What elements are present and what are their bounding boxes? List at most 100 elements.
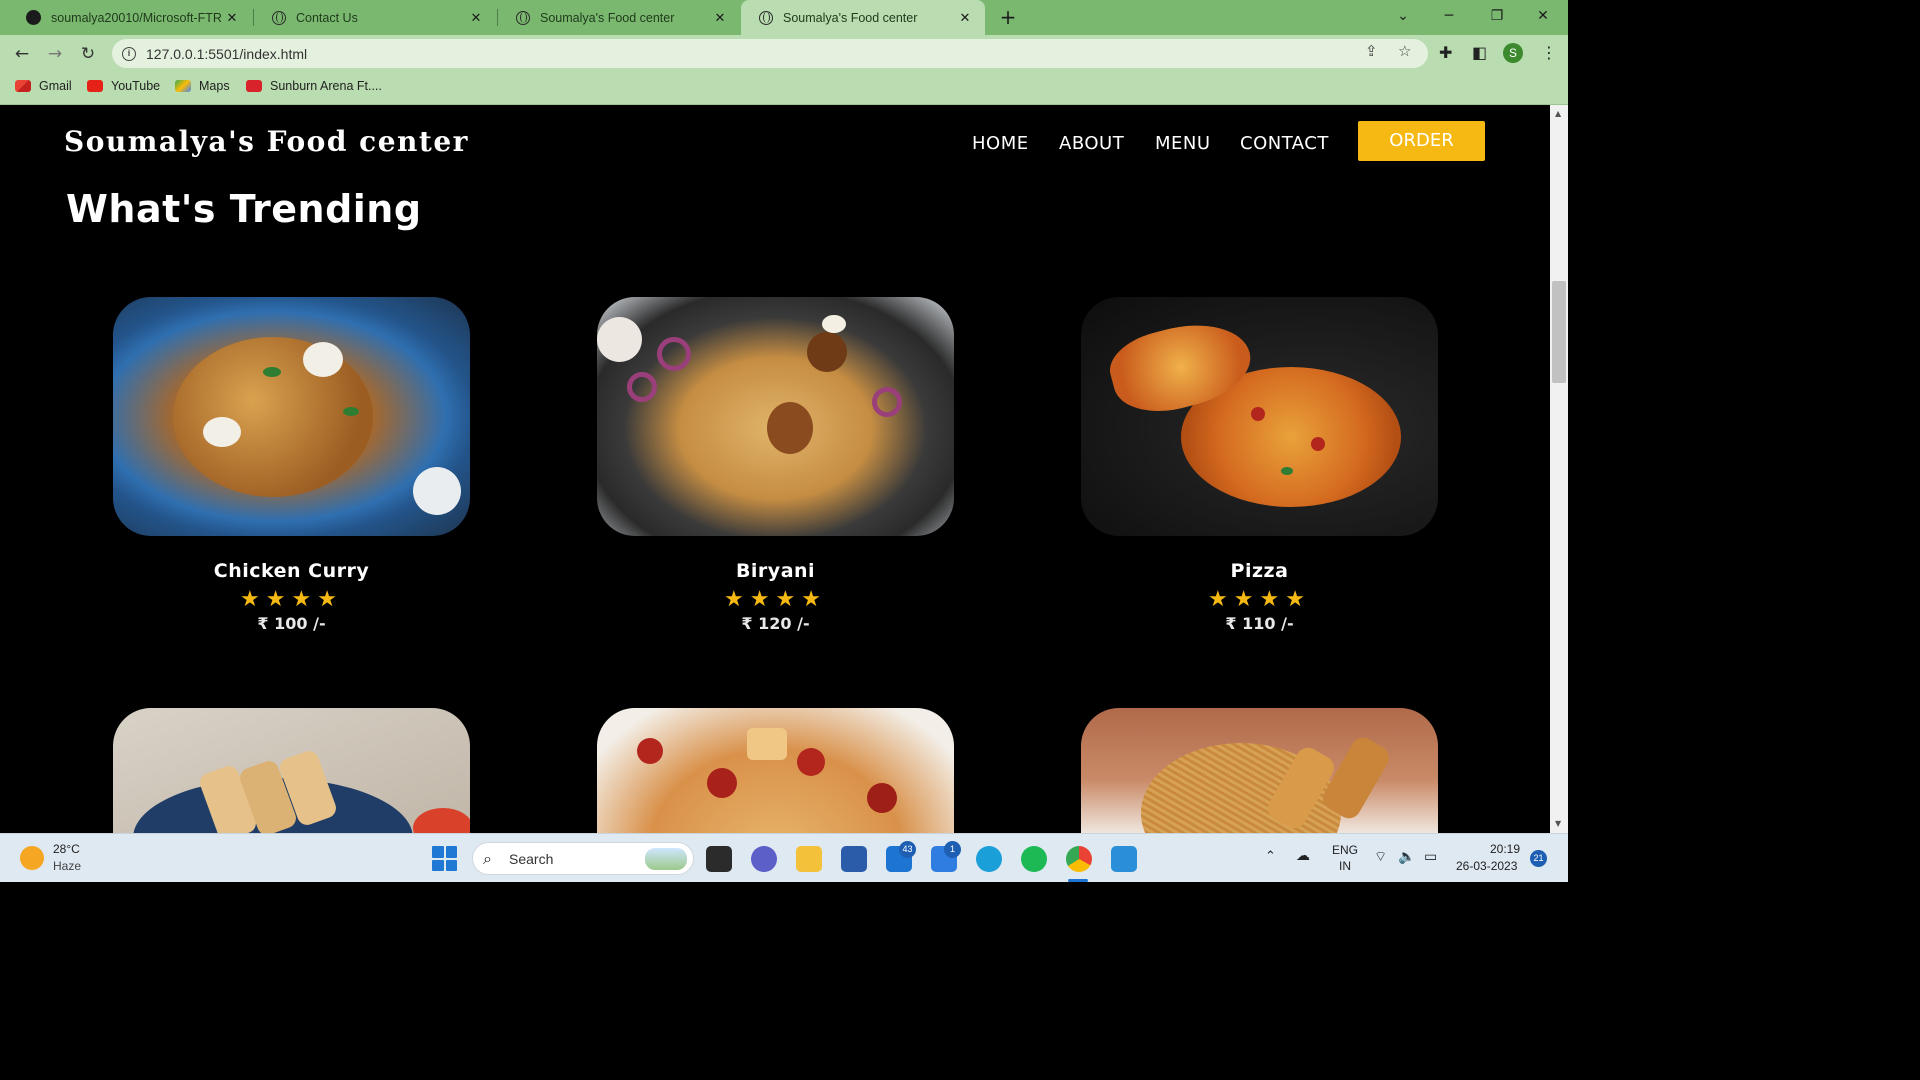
forward-button[interactable]: → [42, 41, 68, 67]
tab-title: Contact Us [296, 10, 358, 25]
bookmark-label: YouTube [111, 79, 161, 93]
tab-food-center-active[interactable]: Soumalya's Food center ✕ [741, 0, 985, 35]
reload-button[interactable]: ↻ [75, 41, 101, 67]
search-icon: ⌕ [483, 849, 492, 868]
tab-food-center[interactable]: Soumalya's Food center ✕ [498, 0, 740, 35]
bookmarks-bar: Gmail YouTube Maps Sunburn Arena Ft.... [0, 72, 1568, 105]
food-name: Biryani [735, 560, 816, 582]
back-button[interactable]: ← [9, 41, 35, 67]
browser-tab-strip: soumalya20010/Microsoft-FTR-p ✕ Contact … [0, 0, 1568, 35]
nav-contact[interactable]: CONTACT [1240, 133, 1329, 154]
site-brand[interactable]: Soumalya's Food center [64, 125, 469, 158]
weather-condition[interactable]: Haze [53, 859, 81, 873]
vscode-icon[interactable] [1111, 846, 1137, 872]
bookmark-icon [246, 80, 262, 92]
wifi-icon[interactable]: ⌔ [1374, 848, 1387, 866]
food-name: Chicken Curry [213, 560, 370, 582]
bookmark-youtube[interactable]: YouTube [87, 79, 160, 93]
region-label[interactable]: IN [1339, 859, 1351, 873]
bookmark-maps[interactable]: Maps [175, 79, 230, 93]
clock-date[interactable]: 26-03-2023 [1456, 859, 1517, 873]
tab-title: Soumalya's Food center [783, 10, 918, 25]
food-card[interactable]: Pizza ★★★★ ₹ 110 /- [1081, 297, 1438, 633]
close-icon[interactable]: ✕ [710, 10, 730, 26]
tab-search-chevron-icon[interactable]: ⌄ [1380, 0, 1426, 35]
close-icon[interactable]: ✕ [466, 10, 486, 26]
noodles-image[interactable] [1081, 708, 1438, 833]
chicken-curry-image[interactable] [113, 297, 470, 536]
food-card[interactable] [113, 708, 470, 833]
web-page: Soumalya's Food center HOME ABOUT MENU C… [0, 105, 1550, 833]
food-card[interactable]: Chicken Curry ★★★★ ₹ 100 /- [113, 297, 470, 633]
weather-temperature[interactable]: 28°C [53, 842, 80, 856]
scroll-up-arrow-icon[interactable]: ▲ [1555, 109, 1561, 118]
chevron-up-icon[interactable]: ⌃ [1265, 848, 1276, 864]
browser-toolbar: ← → ↻ i 127.0.0.1:5501/index.html ⇪ ☆ ✚ … [0, 35, 1568, 72]
bookmark-label: Maps [199, 79, 230, 93]
task-view-icon[interactable] [706, 846, 732, 872]
edge-icon[interactable] [976, 846, 1002, 872]
tab-title: soumalya20010/Microsoft-FTR-p [51, 10, 222, 25]
file-explorer-icon[interactable] [796, 846, 822, 872]
bookmark-star-icon[interactable]: ☆ [1398, 42, 1411, 60]
food-price: ₹ 110 /- [1225, 614, 1294, 633]
extensions-icon[interactable]: ✚ [1439, 43, 1452, 62]
bookmark-label: Sunburn Arena Ft.... [270, 79, 382, 93]
page-scrollbar[interactable]: ▲ ▼ [1550, 105, 1568, 833]
microsoft-store-icon[interactable] [841, 846, 867, 872]
address-bar[interactable]: i 127.0.0.1:5501/index.html [112, 39, 1428, 68]
close-icon[interactable]: ✕ [222, 10, 242, 26]
battery-icon[interactable]: ▭ [1424, 848, 1437, 865]
teams-chat-icon[interactable] [751, 846, 777, 872]
menu-kebab-icon[interactable]: ⋮ [1541, 43, 1557, 62]
site-info-icon[interactable]: i [122, 46, 136, 61]
nav-menu[interactable]: MENU [1155, 133, 1211, 154]
food-card[interactable] [1081, 708, 1438, 833]
rating-stars-icon: ★★★★ [240, 587, 343, 612]
spring-rolls-image[interactable] [113, 708, 470, 833]
scroll-down-arrow-icon[interactable]: ▼ [1555, 819, 1561, 828]
url-text[interactable]: 127.0.0.1:5501/index.html [146, 46, 307, 62]
rating-stars-icon: ★★★★ [724, 587, 827, 612]
pizza-image[interactable] [1081, 297, 1438, 536]
bookmark-label: Gmail [39, 79, 72, 93]
search-highlight-image [645, 848, 687, 870]
language-label[interactable]: ENG [1332, 843, 1358, 857]
chrome-icon[interactable] [1066, 846, 1092, 872]
side-panel-icon[interactable]: ◧ [1472, 43, 1487, 62]
close-window-button[interactable]: ✕ [1520, 0, 1566, 35]
nav-home[interactable]: HOME [972, 133, 1029, 154]
order-button[interactable]: ORDER [1358, 121, 1485, 161]
tab-title: Soumalya's Food center [540, 10, 675, 25]
new-tab-button[interactable]: + [996, 5, 1020, 29]
rating-stars-icon: ★★★★ [1208, 587, 1311, 612]
share-icon[interactable]: ⇪ [1365, 42, 1378, 60]
onedrive-icon[interactable]: ☁ [1296, 847, 1310, 864]
food-card[interactable] [597, 708, 954, 833]
restore-button[interactable]: ❐ [1474, 0, 1520, 35]
maps-icon [175, 80, 191, 92]
profile-avatar[interactable]: S [1503, 43, 1523, 63]
biryani-image[interactable] [597, 297, 954, 536]
minimize-button[interactable]: ─ [1426, 0, 1472, 35]
windows-start-icon[interactable] [432, 846, 457, 871]
notification-badge[interactable]: 21 [1530, 850, 1547, 867]
volume-icon[interactable]: 🔈 [1398, 848, 1415, 865]
tab-contact-us[interactable]: Contact Us ✕ [254, 0, 496, 35]
close-icon[interactable]: ✕ [955, 10, 975, 26]
scrollbar-thumb[interactable] [1552, 281, 1566, 383]
taskbar: 28°C Haze ⌕ Search 43 1 ⌃ ☁ ENG IN ⌔ 🔈 ▭… [0, 833, 1568, 882]
weather-haze-icon[interactable] [20, 846, 44, 870]
food-price: ₹ 100 /- [257, 614, 326, 633]
ravioli-image[interactable] [597, 708, 954, 833]
bookmark-sunburn[interactable]: Sunburn Arena Ft.... [246, 79, 382, 93]
food-name: Pizza [1230, 560, 1289, 582]
bookmark-gmail[interactable]: Gmail [15, 79, 72, 93]
food-card[interactable]: Biryani ★★★★ ₹ 120 /- [597, 297, 954, 633]
youtube-icon [87, 80, 103, 92]
taskbar-search[interactable]: ⌕ Search [472, 842, 694, 875]
nav-about[interactable]: ABOUT [1059, 133, 1124, 154]
tab-github[interactable]: soumalya20010/Microsoft-FTR-p ✕ [8, 0, 252, 35]
clock-time[interactable]: 20:19 [1490, 842, 1520, 856]
spotify-icon[interactable] [1021, 846, 1047, 872]
